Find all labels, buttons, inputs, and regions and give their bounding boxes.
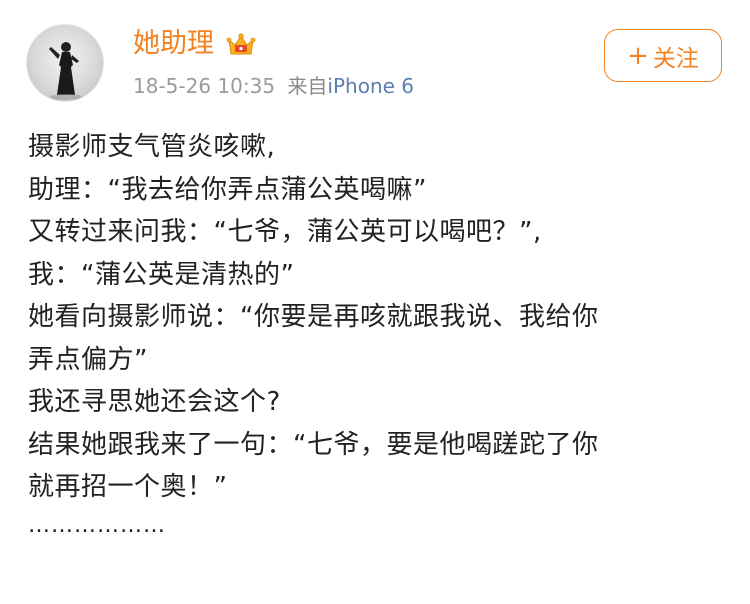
post-text-line: 她看向摄影师说：“你要是再咳就跟我说、我给你: [28, 302, 599, 332]
source-prefix: 来自: [287, 74, 328, 98]
post-text-line: 助理：“我去给你弄点蒲公英喝嘛”: [28, 174, 427, 205]
avatar[interactable]: [26, 24, 104, 102]
post-text-line: 我还寻思她还会这个?: [28, 387, 281, 417]
post-text-line: 就再招一个奥！”: [28, 472, 228, 502]
author-name[interactable]: 她助理: [133, 28, 214, 60]
post-body: 摄影师支气管炎咳嗽, 助理：“我去给你弄点蒲公英喝嘛” 又转过来问我：“七爷，蒲…: [28, 126, 728, 547]
avatar-figure-icon: [49, 42, 82, 100]
post-meta: 18-5-26 10:35 来自iPhone 6: [133, 73, 414, 99]
post-timestamp: 18-5-26 10:35: [133, 74, 276, 98]
post-text-line: 弄点偏方”: [28, 344, 148, 375]
post-text-line: 我：“蒲公英是清热的”: [28, 259, 295, 290]
follow-button-label: 关注: [652, 45, 699, 72]
post-text-line: 又转过来问我：“七爷，蒲公英可以喝吧？”,: [28, 217, 542, 247]
post-ellipsis: ………………: [28, 512, 166, 538]
follow-button[interactable]: + 关注: [604, 29, 722, 82]
post-text-line: 结果她跟我来了一句：“七爷，要是他喝蹉跎了你: [28, 429, 599, 460]
post-header: 她助理 18-5-26 10:35 来自iPhone 6 + 关注: [0, 0, 750, 115]
source-device[interactable]: iPhone 6: [327, 74, 414, 98]
post-text-line: 摄影师支气管炎咳嗽,: [28, 132, 276, 162]
plus-icon: +: [627, 40, 649, 71]
crown-vip-icon: [226, 33, 256, 55]
